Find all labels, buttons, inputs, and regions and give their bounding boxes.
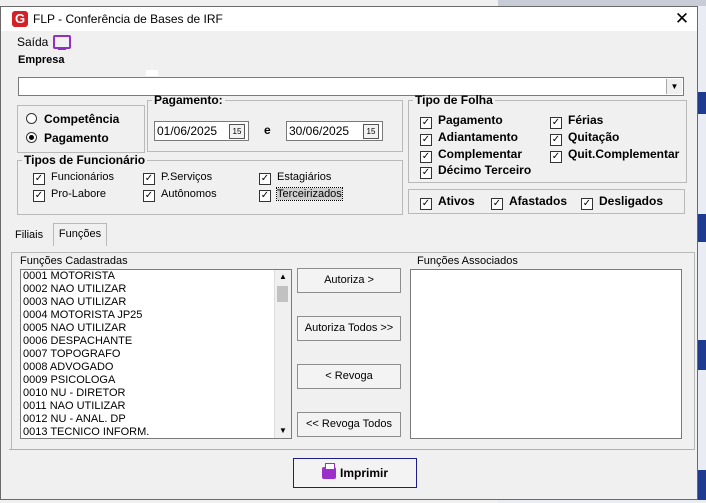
radio-competencia[interactable]: Competência <box>26 112 119 126</box>
checkbox-icon[interactable]: ✓ <box>550 117 562 129</box>
list-item[interactable]: 0012 NU - ANAL. DP <box>21 413 291 426</box>
empresa-label: Empresa <box>18 54 65 66</box>
list-item[interactable]: 0010 NU - DIRETOR <box>21 387 291 400</box>
pagamento-legend: Pagamento: <box>154 93 223 107</box>
scrollbar[interactable]: ▲ ▼ <box>274 270 291 438</box>
list-item[interactable]: 0004 MOTORISTA JP25 <box>21 309 291 322</box>
checkbox-icon[interactable]: ✓ <box>420 117 432 129</box>
imprimir-label: Imprimir <box>339 466 388 480</box>
checkbox-funcionarios[interactable]: ✓ Funcionários <box>33 171 114 185</box>
autoriza-button[interactable]: Autoriza > <box>297 268 401 293</box>
title-bar: G FLP - Conferência de Bases de IRF ✕ <box>1 7 697 31</box>
checkbox-icon[interactable]: ✓ <box>33 173 45 185</box>
checkbox-ativos[interactable]: ✓ Ativos <box>420 194 475 210</box>
tipos-funcionario-legend: Tipos de Funcionário <box>24 153 146 167</box>
checkbox-pro-labore[interactable]: ✓ Pro-Labore <box>33 188 106 202</box>
calendar-icon[interactable]: 15 <box>229 124 245 139</box>
empresa-tab <box>146 70 158 76</box>
list-item[interactable]: 0009 PSICOLOGA <box>21 374 291 387</box>
tab-filiais[interactable]: Filiais <box>15 229 43 241</box>
radio-selected-icon[interactable] <box>26 132 37 143</box>
checkbox-icon[interactable]: ✓ <box>550 134 562 146</box>
monitor-icon[interactable] <box>53 35 71 50</box>
checkbox-adiantamento[interactable]: ✓ Adiantamento <box>420 130 518 146</box>
scroll-up-icon[interactable]: ▲ <box>275 270 291 284</box>
date-separator: e <box>264 123 271 137</box>
list-item[interactable]: 0007 TOPOGRAFO <box>21 348 291 361</box>
footer-divider <box>9 449 691 450</box>
funcoes-cadastradas-list[interactable]: 0001 MOTORISTA 0002 NAO UTILIZAR 0003 NAO … <box>20 269 292 439</box>
periodo-radio-group: Competência Pagamento <box>17 105 145 153</box>
checkbox-pagamento[interactable]: ✓ Pagamento <box>420 113 503 129</box>
checkbox-icon[interactable]: ✓ <box>33 190 45 202</box>
checkbox-estagiarios[interactable]: ✓ Estagiários <box>259 171 331 185</box>
window-title: FLP - Conferência de Bases de IRF <box>33 12 223 26</box>
checkbox-icon[interactable]: ✓ <box>143 190 155 202</box>
printer-icon <box>321 463 336 479</box>
radio-pagamento[interactable]: Pagamento <box>26 131 109 145</box>
menu-saida[interactable]: Saída <box>17 35 48 49</box>
checkbox-pservicos[interactable]: ✓ P.Serviços <box>143 171 212 185</box>
scroll-down-icon[interactable]: ▼ <box>275 424 291 438</box>
autoriza-todos-button[interactable]: Autoriza Todos >> <box>297 316 401 341</box>
list-item[interactable]: 0013 TECNICO INFORM. <box>21 426 291 438</box>
chevron-down-icon[interactable]: ▼ <box>666 79 682 94</box>
funcoes-cadastradas-label: Funções Cadastradas <box>20 255 128 267</box>
imprimir-button[interactable]: Imprimir <box>293 458 417 488</box>
checkbox-autonomos[interactable]: ✓ Autônomos <box>143 188 217 202</box>
checkbox-icon[interactable]: ✓ <box>420 198 432 210</box>
checkbox-quitacao[interactable]: ✓ Quitação <box>550 130 619 146</box>
checkbox-desligados[interactable]: ✓ Desligados <box>581 194 663 210</box>
checkbox-icon[interactable]: ✓ <box>420 134 432 146</box>
checkbox-icon[interactable]: ✓ <box>420 167 432 179</box>
list-item[interactable]: 0002 NAO UTILIZAR <box>21 283 291 296</box>
checkbox-icon[interactable]: ✓ <box>581 198 593 210</box>
list-item[interactable]: 0005 NAO UTILIZAR <box>21 322 291 335</box>
list-item[interactable]: 0011 NAO UTILIZAR <box>21 400 291 413</box>
checkbox-icon[interactable]: ✓ <box>259 173 271 185</box>
app-logo-icon: G <box>12 11 28 27</box>
radio-icon[interactable] <box>26 113 37 124</box>
checkbox-icon[interactable]: ✓ <box>259 190 271 202</box>
checkbox-decimo-terceiro[interactable]: ✓ Décimo Terceiro <box>420 163 531 179</box>
scroll-thumb[interactable] <box>277 286 288 302</box>
funcoes-associados-label: Funções Associados <box>417 255 518 267</box>
funcoes-associados-list[interactable] <box>410 269 682 439</box>
checkbox-terceirizados[interactable]: ✓ Terceirizados <box>259 187 343 202</box>
revoga-todos-button[interactable]: << Revoga Todos <box>297 412 401 437</box>
dialog-window: G FLP - Conferência de Bases de IRF ✕ Sa… <box>0 6 698 500</box>
list-items: 0001 MOTORISTA 0002 NAO UTILIZAR 0003 NAO … <box>21 270 291 438</box>
checkbox-icon[interactable]: ✓ <box>550 151 562 163</box>
close-button[interactable]: ✕ <box>671 9 693 29</box>
checkbox-complementar[interactable]: ✓ Complementar <box>420 147 522 163</box>
checkbox-icon[interactable]: ✓ <box>143 173 155 185</box>
checkbox-icon[interactable]: ✓ <box>420 151 432 163</box>
checkbox-quit-complementar[interactable]: ✓ Quit.Complementar <box>550 147 679 163</box>
checkbox-afastados[interactable]: ✓ Afastados <box>491 194 567 210</box>
date-to-input[interactable]: 30/06/2025 15 <box>286 121 383 141</box>
revoga-button[interactable]: < Revoga <box>297 364 401 389</box>
list-item[interactable]: 0003 NAO UTILIZAR <box>21 296 291 309</box>
date-from-input[interactable]: 01/06/2025 15 <box>154 121 249 141</box>
list-item[interactable]: 0008 ADVOGADO <box>21 361 291 374</box>
list-item[interactable]: 0006 DESPACHANTE <box>21 335 291 348</box>
checkbox-ferias[interactable]: ✓ Férias <box>550 113 603 129</box>
checkbox-icon[interactable]: ✓ <box>491 198 503 210</box>
calendar-icon[interactable]: 15 <box>363 124 379 139</box>
tab-funcoes[interactable]: Funções <box>53 223 107 246</box>
list-item[interactable]: 0001 MOTORISTA <box>21 270 291 283</box>
tipo-folha-legend: Tipo de Folha <box>415 93 493 107</box>
